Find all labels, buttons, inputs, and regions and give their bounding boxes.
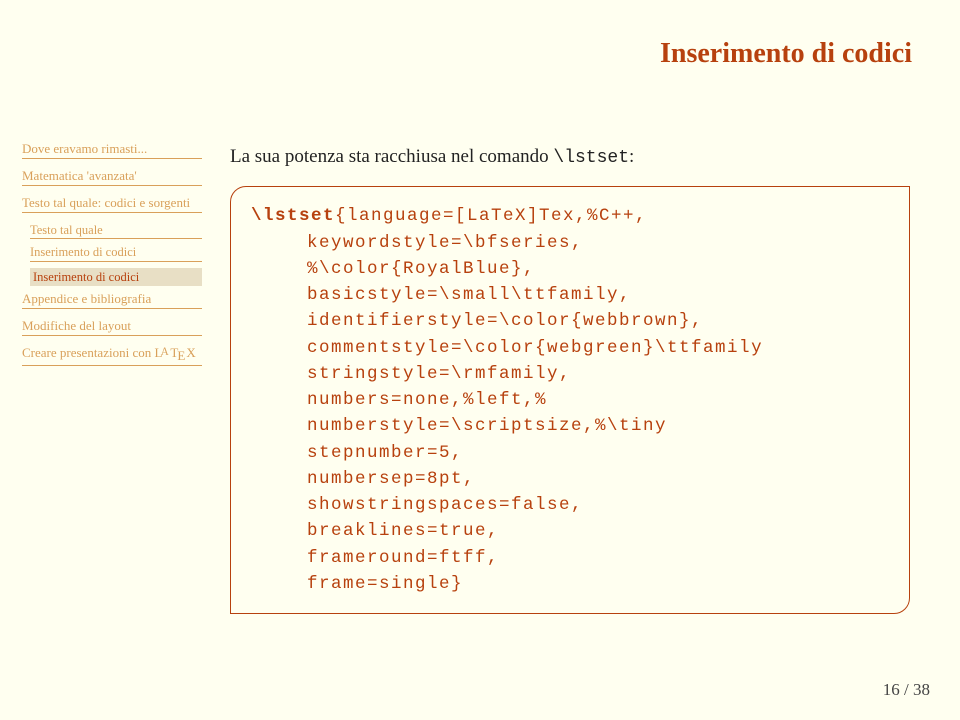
code-line-3: basicstyle=\small\ttfamily, [251,282,889,308]
code-line-14: frame=single} [251,571,889,597]
nav-item-modifiche[interactable]: Modifiche del layout [22,319,202,336]
code-line-6: stringstyle=\rmfamily, [251,361,889,387]
code-line-8: numberstyle=\scriptsize,%\tiny [251,413,889,439]
nav-sub-testo[interactable]: Testo tal quale [30,223,202,239]
code-line-0: \lstset{language=[LaTeX]Tex,%C++, [251,203,889,229]
code-kw: \lstset [251,206,335,226]
code-line-7: numbers=none,%left,% [251,387,889,413]
intro-text: La sua potenza sta racchiusa nel comando… [230,145,910,170]
nav-sidebar: Dove eravamo rimasti... Matematica 'avan… [22,142,202,376]
code-line-12: breaklines=true, [251,518,889,544]
nav-item-matematica[interactable]: Matematica 'avanzata' [22,169,202,186]
code-line-1: keywordstyle=\bfseries, [251,230,889,256]
nav-item-dove[interactable]: Dove eravamo rimasti... [22,142,202,159]
nav-item-testo-quale[interactable]: Testo tal quale: codici e sorgenti [22,196,202,213]
code-line-13: frameround=ftff, [251,545,889,571]
code-rest: {language=[LaTeX]Tex,%C++, [335,206,647,226]
nav-item-label: Creare presentazioni con LATEX [22,345,196,360]
page-number: 16 / 38 [883,680,930,700]
code-line-10: numbersep=8pt, [251,466,889,492]
code-line-11: showstringspaces=false, [251,492,889,518]
nav-item-appendice[interactable]: Appendice e bibliografia [22,292,202,309]
main-content: La sua potenza sta racchiusa nel comando… [230,145,910,614]
slide-title: Inserimento di codici [660,38,912,70]
code-line-9: stepnumber=5, [251,440,889,466]
code-listing: \lstset{language=[LaTeX]Tex,%C++, keywor… [230,186,910,614]
nav-sub-inserimento-1[interactable]: Inserimento di codici [30,245,202,261]
intro-post: : [629,146,634,167]
intro-pre: La sua potenza sta racchiusa nel comando [230,146,553,167]
nav-sub-inserimento-2[interactable]: Inserimento di codici [30,268,202,286]
nav-item-presentazioni[interactable]: Creare presentazioni con LATEX [22,346,202,366]
code-line-5: commentstyle=\color{webgreen}\ttfamily [251,335,889,361]
code-line-2: %\color{RoyalBlue}, [251,256,889,282]
intro-cmd: \lstset [553,148,629,168]
code-line-4: identifierstyle=\color{webbrown}, [251,308,889,334]
